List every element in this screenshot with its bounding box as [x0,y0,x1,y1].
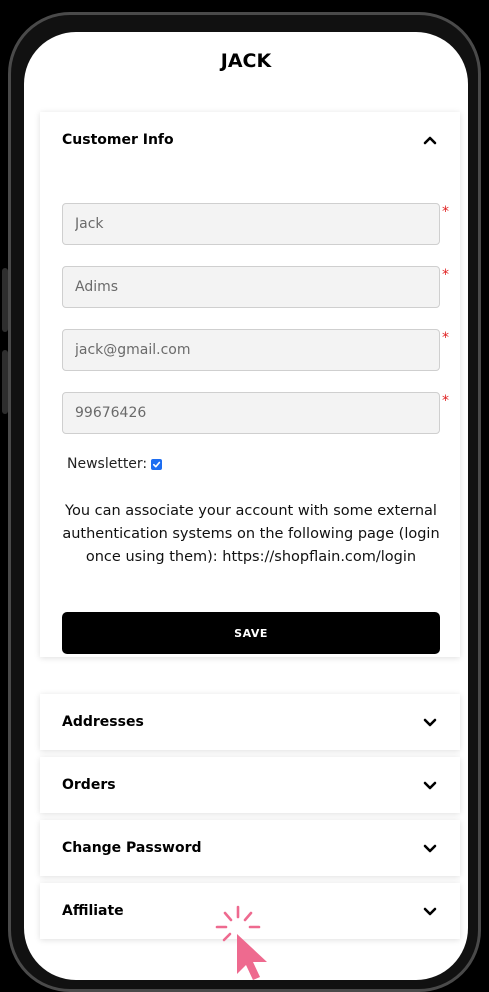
customer-info-header[interactable]: Customer Info [40,112,460,168]
chevron-down-icon [423,718,437,727]
external-auth-info: You can associate your account with some… [62,503,440,565]
required-marker: * [442,330,449,346]
checkmark-icon [153,461,161,467]
customer-info-card: Customer Info [40,112,460,657]
chevron-down-icon [423,781,437,790]
phone-screen: JACK Customer Info * * * * Newsletter: Y… [24,32,468,980]
addresses-title: Addresses [62,714,144,730]
first-name-field[interactable] [62,203,440,245]
required-marker: * [442,267,449,283]
orders-header[interactable]: Orders [40,757,460,813]
phone-field[interactable] [62,392,440,434]
required-marker: * [442,393,449,409]
chevron-down-icon [423,844,437,853]
save-button[interactable]: SAVE [62,612,440,654]
change-password-header[interactable]: Change Password [40,820,460,876]
change-password-title: Change Password [62,840,202,856]
chevron-down-icon [423,907,437,916]
newsletter-label: Newsletter: [67,456,148,472]
email-field[interactable] [62,329,440,371]
customer-info-title: Customer Info [62,132,174,148]
phone-side-button [2,350,8,414]
page-title: JACK [220,50,272,72]
required-marker: * [442,204,449,220]
chevron-up-icon [423,136,437,145]
newsletter-row: Newsletter: [67,456,163,472]
last-name-field[interactable] [62,266,440,308]
change-password-card: Change Password [40,820,460,876]
addresses-header[interactable]: Addresses [40,694,460,750]
affiliate-title: Affiliate [62,903,124,919]
orders-card: Orders [40,757,460,813]
addresses-card: Addresses [40,694,460,750]
newsletter-checkbox[interactable] [151,458,163,470]
hand-pointer-icon [215,905,267,980]
orders-title: Orders [62,777,116,793]
phone-side-button [2,268,8,332]
